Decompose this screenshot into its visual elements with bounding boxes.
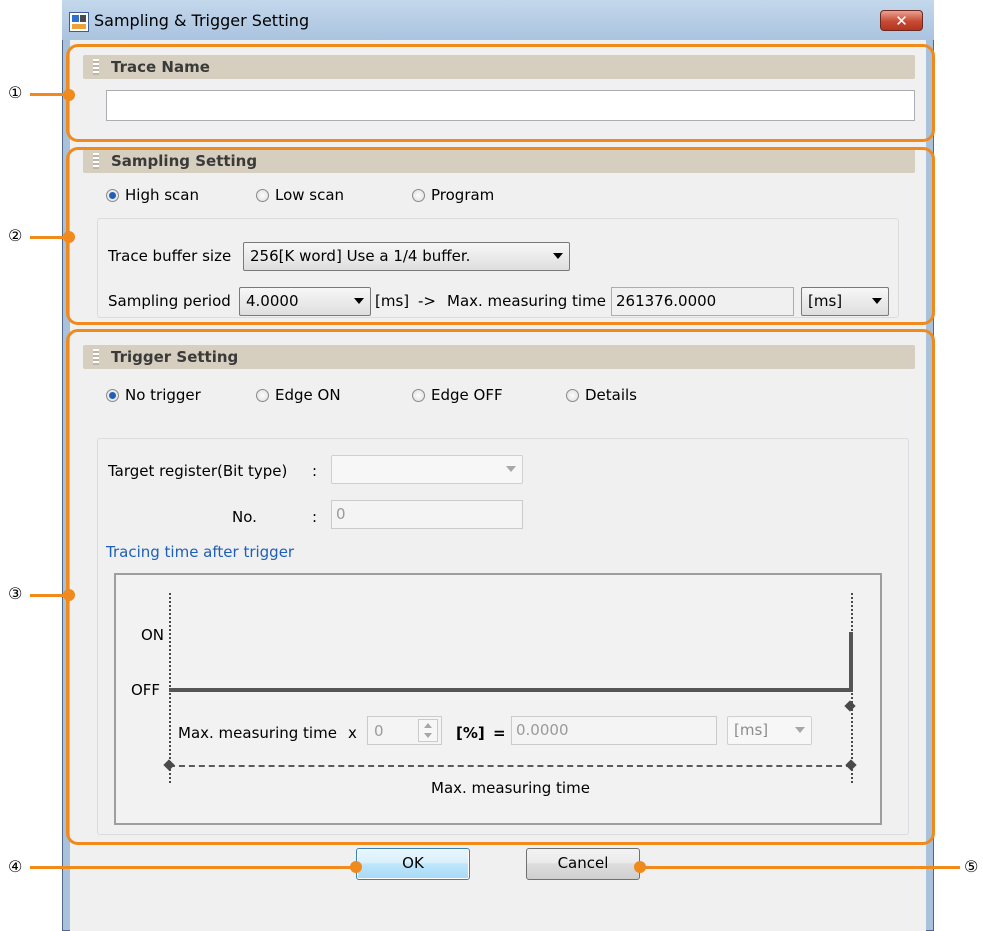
callout-line-5 [640, 866, 960, 869]
ok-button[interactable]: OK [356, 848, 470, 880]
callout-number-1: ① [8, 83, 23, 102]
callout-dot-3 [63, 589, 75, 601]
callout-number-3: ③ [8, 584, 23, 603]
callout-box-1 [66, 44, 935, 142]
callout-dot-4 [350, 861, 362, 873]
callout-number-4: ④ [8, 857, 23, 876]
callout-number-2: ② [8, 226, 23, 245]
callout-dot-5 [634, 861, 646, 873]
callout-line-4 [30, 866, 358, 869]
window-title: Sampling & Trigger Setting [94, 11, 310, 30]
callout-box-3 [66, 329, 935, 845]
callout-box-2 [66, 147, 935, 325]
cancel-button[interactable]: Cancel [526, 848, 640, 880]
callout-dot-1 [63, 89, 75, 101]
callout-dot-2 [63, 231, 75, 243]
callout-number-5: ⑤ [964, 857, 979, 876]
app-icon [69, 12, 89, 32]
close-button[interactable]: ✕ [880, 10, 923, 31]
